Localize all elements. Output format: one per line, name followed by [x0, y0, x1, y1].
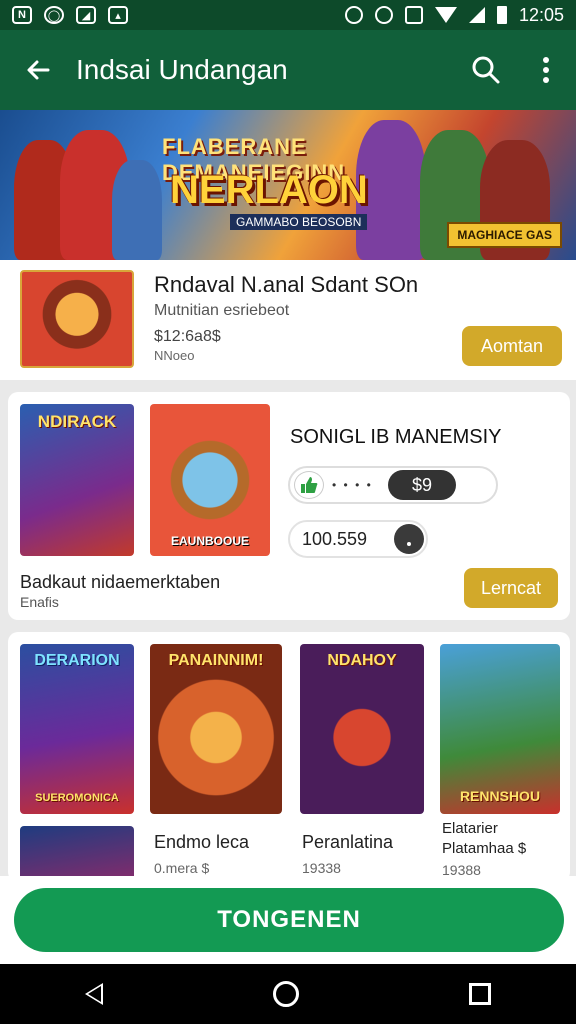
system-nav-bar [0, 964, 576, 1024]
grid-poster[interactable]: DERARION SUEROMONICA [20, 644, 134, 814]
grid-poster[interactable] [20, 826, 134, 882]
featured-action-button[interactable]: Aomtan [462, 326, 562, 366]
stepper-value: 100.559 [302, 529, 368, 549]
nav-back-icon[interactable] [85, 983, 103, 1005]
grid-item-name: Endmo leca [154, 832, 250, 852]
grid-item-price: 19338 [302, 860, 341, 876]
featured-title: Rndaval N.anal Sdant SOn [154, 272, 419, 297]
toggle-dots: • • • • [332, 478, 373, 492]
featured-subtitle: Mutnitian esriebeot [154, 302, 290, 319]
toggle-value: $9 [388, 470, 456, 500]
poster-subtitle: SUEROMONICA [35, 792, 119, 804]
app-bar: Indsai Undangan [0, 30, 576, 110]
status-indicators: 12:05 [344, 4, 564, 26]
bottom-action-area: TONGENEN [0, 876, 576, 964]
primary-cta-button[interactable]: TONGENEN [14, 888, 564, 952]
promo-banner[interactable]: FLABERANE DEMANEIEGINN NERLAON GAMMABO BE… [0, 110, 576, 260]
notification-icon: ▴ [108, 6, 128, 24]
signal-icon [468, 7, 485, 23]
featured-meta: NNoeo [154, 348, 195, 363]
back-arrow-icon[interactable] [0, 30, 76, 110]
grid-item-name: Peranlatina [302, 832, 394, 852]
poster-title: NDIRACK [37, 412, 117, 431]
more-vert-icon[interactable] [516, 30, 576, 110]
banner-character [112, 160, 162, 260]
bundle-action-button[interactable]: Lerncat [464, 568, 558, 608]
banner-subtitle: GAMMABO BEOSOBN [230, 214, 368, 230]
grid-item-price: 0.mera $ [154, 860, 210, 876]
poster-title: RENNSHOU [459, 788, 541, 804]
banner-badge: MAGHIACE GAS [447, 222, 562, 248]
bundle-title: SONIGL IB MANEMSIY [290, 426, 502, 448]
game-grid: DERARION SUEROMONICA PANAINNIM! Endmo le… [8, 632, 570, 882]
featured-card[interactable]: Rndaval N.anal Sdant SOn Mutnitian esrie… [0, 260, 576, 380]
search-icon[interactable] [456, 30, 516, 110]
status-notifications: N ◯ ◢ ▴ [12, 6, 128, 24]
grid-item-name: Elatarier [442, 820, 498, 837]
grid-poster[interactable]: PANAINNIM! [150, 644, 282, 814]
stepper-button[interactable] [394, 524, 424, 554]
nav-home-icon[interactable] [273, 981, 299, 1007]
bundle-description: Badkaut nidaemerktaben [20, 572, 221, 592]
notification-icon: ◢ [76, 6, 96, 24]
poster-title: DERARION [34, 652, 120, 669]
quantity-stepper[interactable]: 100.559 [288, 520, 428, 558]
nav-recents-icon[interactable] [469, 983, 491, 1005]
status-time: 12:05 [518, 4, 564, 25]
featured-price: $12:6a8$ [154, 328, 221, 345]
featured-thumbnail [20, 270, 134, 368]
wifi-icon [434, 7, 457, 23]
banner-headline: NERLAON [170, 168, 368, 212]
bundle-description-sub: Enafis [20, 594, 59, 610]
poster-title: PANAINNIM! [168, 652, 264, 669]
status-bar: N ◯ ◢ ▴ 12:05 [0, 0, 576, 30]
notification-icon: N [12, 6, 32, 24]
poster-title: EAUNBOOUE [170, 534, 249, 548]
nfc-icon [404, 6, 423, 24]
thumbs-up-icon [294, 471, 324, 499]
grid-poster[interactable]: NDAHOY [300, 644, 424, 814]
bundle-card: NDIRACK EAUNBOOUE SONIGL IB MANEMSIY • •… [8, 392, 570, 620]
sync-icon [374, 6, 393, 24]
grid-item-subname: Platamhaa $ [442, 840, 527, 857]
whatsapp-icon: ◯ [44, 6, 64, 24]
poster-title: NDAHOY [327, 652, 397, 669]
battery-icon [496, 6, 507, 24]
bundle-poster[interactable]: NDIRACK [20, 404, 134, 556]
alarm-icon [344, 6, 363, 24]
page-title: Indsai Undangan [76, 54, 288, 85]
bundle-poster[interactable]: EAUNBOOUE [150, 404, 270, 556]
grid-poster[interactable]: RENNSHOU [440, 644, 560, 814]
bundle-toggle[interactable]: • • • • $9 [288, 466, 498, 504]
